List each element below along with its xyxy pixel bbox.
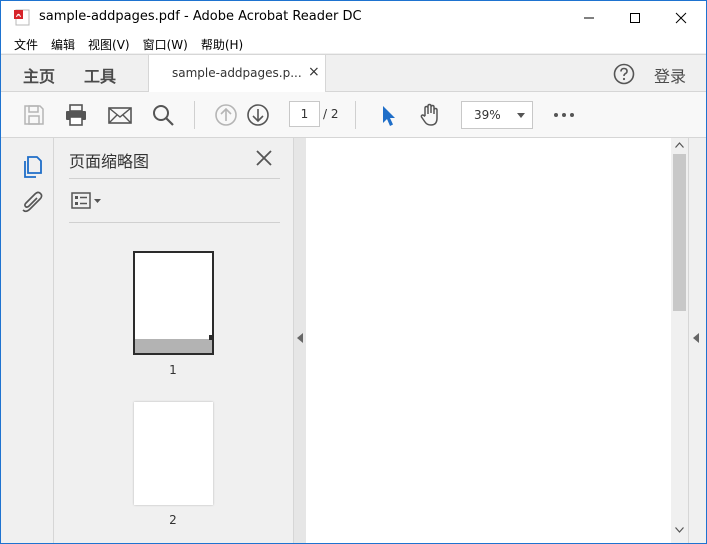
minimize-icon [584, 17, 594, 18]
toolbar-separator [355, 101, 356, 129]
menu-file[interactable]: 文件 [14, 34, 38, 53]
menu-bar: 文件 编辑 视图(V) 窗口(W) 帮助(H) [1, 34, 706, 53]
minimize-button[interactable] [566, 1, 612, 34]
thumbnail-label: 2 [169, 513, 177, 527]
search-icon[interactable] [150, 102, 176, 128]
scroll-up-icon[interactable] [675, 142, 684, 148]
resize-handle[interactable] [209, 335, 214, 340]
more-tools-icon[interactable] [551, 102, 577, 128]
page-thumbnails-icon[interactable] [19, 154, 45, 180]
help-icon[interactable] [613, 63, 635, 85]
attachment-icon[interactable] [19, 189, 45, 215]
vertical-scrollbar[interactable] [671, 138, 688, 543]
panel-divider [69, 178, 280, 179]
page-number-input[interactable]: 1 [289, 101, 320, 127]
login-link[interactable]: 登录 [654, 63, 686, 87]
tab-tools[interactable]: 工具 [84, 63, 116, 87]
close-icon [675, 12, 687, 23]
left-rail [1, 138, 54, 543]
collapse-left-icon[interactable] [297, 333, 303, 343]
tab-document[interactable]: sample-addpages.p... × [148, 55, 326, 92]
maximize-icon [630, 12, 640, 23]
menu-help[interactable]: 帮助(H) [201, 34, 243, 53]
expand-right-panel-icon[interactable] [693, 333, 699, 343]
thumbnail-page-1[interactable] [133, 251, 214, 355]
thumbnail-page-2[interactable] [134, 402, 213, 505]
tab-home[interactable]: 主页 [23, 63, 55, 87]
panel-divider [69, 222, 280, 223]
toolbar: 1 / 2 39% [1, 92, 706, 138]
thumbnail-label: 1 [169, 363, 177, 377]
print-icon[interactable] [63, 102, 89, 128]
acrobat-window: sample-addpages.pdf - Adobe Acrobat Read… [0, 0, 707, 544]
thumbnail-options-icon[interactable] [71, 191, 105, 211]
zoom-value: 39% [474, 108, 501, 122]
window-title: sample-addpages.pdf - Adobe Acrobat Read… [39, 9, 362, 24]
panel-title: 页面缩略图 [69, 152, 150, 171]
title-bar: sample-addpages.pdf - Adobe Acrobat Read… [1, 1, 706, 34]
maximize-button[interactable] [612, 1, 658, 34]
chevron-down-icon [517, 113, 525, 118]
select-cursor-icon[interactable] [375, 102, 401, 128]
menu-window[interactable]: 窗口(W) [143, 34, 188, 53]
document-tab-close-button[interactable]: × [308, 64, 320, 80]
acrobat-pdf-icon [14, 9, 30, 26]
toolbar-separator [194, 101, 195, 129]
close-panel-icon[interactable] [254, 148, 274, 168]
thumbnail-panel: 页面缩略图 1 2 [54, 138, 293, 543]
tab-bar: 主页 工具 sample-addpages.p... × 登录 [1, 54, 706, 92]
panel-splitter[interactable] [293, 138, 306, 543]
scroll-down-icon[interactable] [675, 527, 684, 533]
previous-page-icon[interactable] [213, 102, 239, 128]
hand-tool-icon[interactable] [417, 102, 443, 128]
document-tab-label: sample-addpages.p... [172, 66, 302, 80]
mail-icon[interactable] [107, 102, 133, 128]
thumbnail-selection-bar [135, 339, 212, 353]
save-icon[interactable] [21, 102, 47, 128]
right-rail [688, 138, 706, 543]
menu-edit[interactable]: 编辑 [51, 34, 75, 53]
page-total: / 2 [323, 107, 339, 121]
zoom-select[interactable]: 39% [461, 101, 533, 129]
menu-view[interactable]: 视图(V) [88, 34, 130, 53]
document-view[interactable] [306, 138, 671, 543]
close-window-button[interactable] [658, 1, 704, 34]
scrollbar-thumb[interactable] [673, 154, 686, 311]
next-page-icon[interactable] [245, 102, 271, 128]
